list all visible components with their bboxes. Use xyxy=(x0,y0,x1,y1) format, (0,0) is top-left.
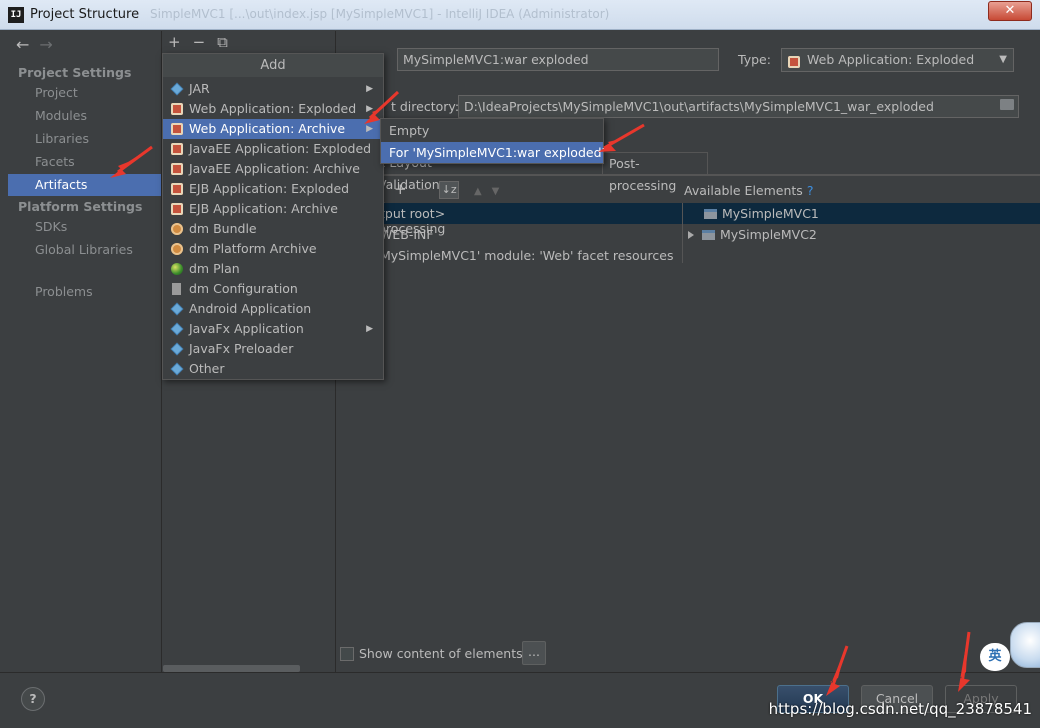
annotation-arrows xyxy=(110,90,971,696)
arrow-line-ok xyxy=(830,645,849,689)
arrow-line-archive xyxy=(368,90,400,120)
arrow-line-artifacts xyxy=(117,145,153,174)
arrow-line-apply xyxy=(960,631,971,685)
arrow-line-for-exploded xyxy=(603,123,645,150)
